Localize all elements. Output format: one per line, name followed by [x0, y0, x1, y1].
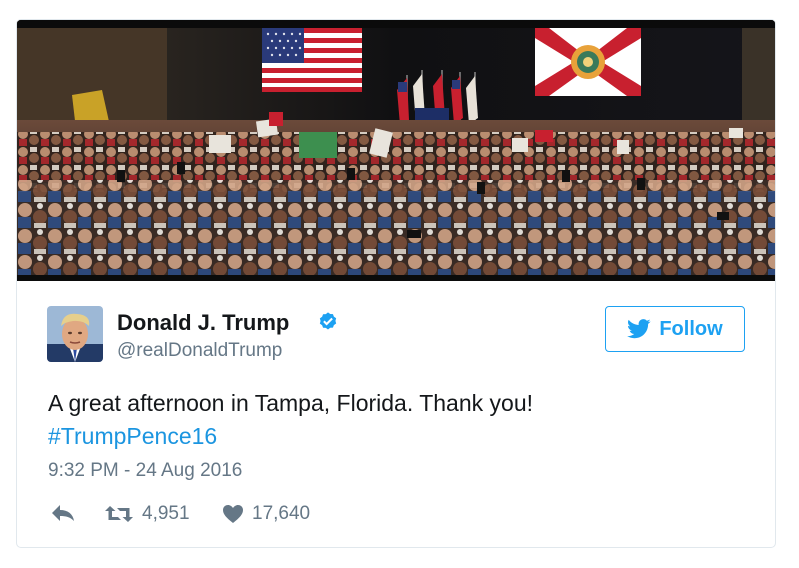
tweet-card: Donald J. Trump @realDonaldTrump Follow …	[16, 19, 776, 548]
follow-button[interactable]: Follow	[605, 306, 745, 352]
retweet-icon	[105, 506, 133, 522]
author-name[interactable]: Donald J. Trump	[117, 310, 289, 336]
retweet-count: 4,951	[142, 503, 190, 524]
hashtag-link[interactable]: #TrumpPence16	[48, 423, 217, 450]
tweet-timestamp[interactable]: 9:32 PM - 24 Aug 2016	[48, 460, 242, 482]
reply-icon	[52, 505, 74, 521]
author-avatar[interactable]	[47, 306, 103, 362]
rally-photo	[17, 20, 775, 281]
tweet-text: A great afternoon in Tampa, Florida. Tha…	[48, 390, 533, 416]
author-handle[interactable]: @realDonaldTrump	[117, 340, 282, 362]
like-button[interactable]: 17,640	[222, 503, 310, 525]
follow-button-label: Follow	[659, 317, 723, 340]
heart-icon	[223, 505, 243, 523]
like-count: 17,640	[252, 503, 311, 524]
retweet-button[interactable]: 4,951	[104, 503, 190, 525]
reply-button[interactable]	[50, 503, 76, 523]
us-flag-image	[262, 28, 362, 92]
florida-flag-image	[535, 28, 641, 96]
tweet-media-photo[interactable]	[17, 20, 775, 281]
verified-badge-icon	[319, 312, 337, 330]
avatar-portrait	[47, 306, 103, 362]
twitter-bird-icon	[627, 319, 651, 339]
